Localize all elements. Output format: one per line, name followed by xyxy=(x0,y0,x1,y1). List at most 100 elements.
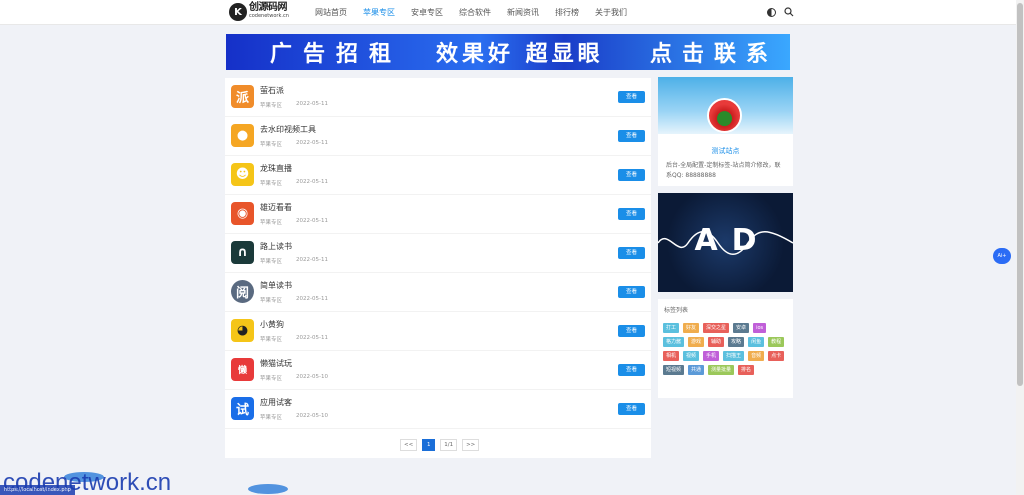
date-label: 2022-05-11 xyxy=(296,140,328,146)
list-item[interactable]: ☻ 龙珠直播 苹果专区 2022-05-11 查看 xyxy=(225,156,651,195)
app-meta: 苹果专区 2022-05-10 xyxy=(260,374,328,382)
app-meta: 苹果专区 2022-05-10 xyxy=(260,413,328,421)
profile-description: 后台-全局配置-定制标签-站点简介修改，联系QQ: 88888888 xyxy=(666,162,781,179)
view-button[interactable]: 查看 xyxy=(618,130,645,142)
avatar[interactable] xyxy=(707,98,742,133)
ad-banner[interactable]: 广告招租 效果好 超显眼 点击联系 xyxy=(226,34,790,70)
date-label: 2022-05-11 xyxy=(296,335,328,341)
app-icon[interactable]: ◕ xyxy=(231,319,254,342)
tag[interactable]: 共通 xyxy=(688,365,705,375)
list-item[interactable]: 懒 懒猫试玩 苹果专区 2022-05-10 查看 xyxy=(225,351,651,390)
nav-item-home[interactable]: 网站首页 xyxy=(307,0,355,25)
view-button[interactable]: 查看 xyxy=(618,364,645,376)
app-icon[interactable]: 派 xyxy=(231,85,254,108)
nav-item-android[interactable]: 安卓专区 xyxy=(403,0,451,25)
list-item[interactable]: ∩ 路上读书 苹果专区 2022-05-11 查看 xyxy=(225,234,651,273)
list-item[interactable]: 派 萤石派 苹果专区 2022-05-11 查看 xyxy=(225,78,651,117)
view-button[interactable]: 查看 xyxy=(618,208,645,220)
app-icon[interactable]: 试 xyxy=(231,397,254,420)
app-meta: 苹果专区 2022-05-11 xyxy=(260,179,328,187)
nav-item-news[interactable]: 新闻资讯 xyxy=(499,0,547,25)
app-icon[interactable]: ☻ xyxy=(231,163,254,186)
tag[interactable]: 短视频 xyxy=(663,365,685,375)
top-navigation-bar: K 创源码网 codenetwork.cn 网站首页 苹果专区 安卓专区 综合软… xyxy=(0,0,1016,25)
date-label: 2022-05-10 xyxy=(296,374,328,380)
app-icon[interactable]: 懒 xyxy=(231,358,254,381)
logo-mark-icon: K xyxy=(229,3,247,21)
ai-assistant-button[interactable]: Ai+ xyxy=(993,248,1011,264)
app-title[interactable]: 萤石派 xyxy=(260,85,284,96)
category-label: 苹果专区 xyxy=(260,259,283,265)
app-list-card: 派 萤石派 苹果专区 2022-05-11 查看 ● 去水印视频工具 苹果专区 20… xyxy=(225,78,651,458)
tag[interactable]: 点卡 xyxy=(768,351,785,361)
category-label: 苹果专区 xyxy=(260,337,283,343)
list-item[interactable]: 阅 简单读书 苹果专区 2022-05-11 查看 xyxy=(225,273,651,312)
site-logo[interactable]: K 创源码网 codenetwork.cn xyxy=(229,3,289,21)
tag[interactable]: 好友 xyxy=(683,323,700,333)
category-label: 苹果专区 xyxy=(260,103,283,109)
app-icon[interactable]: 阅 xyxy=(231,280,254,303)
tag[interactable]: 测量批量 xyxy=(708,365,735,375)
date-label: 2022-05-11 xyxy=(296,257,328,263)
app-meta: 苹果专区 2022-05-11 xyxy=(260,296,328,304)
app-title[interactable]: 小黄狗 xyxy=(260,319,284,330)
tag[interactable]: 攻略 xyxy=(728,337,745,347)
scroll-thumb[interactable] xyxy=(1017,3,1023,386)
app-title[interactable]: 雄迈看看 xyxy=(260,202,292,213)
tag[interactable]: ios xyxy=(753,323,767,333)
logo-text: 创源码网 codenetwork.cn xyxy=(249,2,289,20)
logo-name: 创源码网 xyxy=(249,2,287,13)
view-button[interactable]: 查看 xyxy=(618,286,645,298)
list-item[interactable]: ◕ 小黄狗 苹果专区 2022-05-11 查看 xyxy=(225,312,651,351)
app-title[interactable]: 应用试客 xyxy=(260,397,292,408)
app-icon[interactable]: ● xyxy=(231,124,254,147)
tag[interactable]: 深交之星 xyxy=(703,323,730,333)
view-button[interactable]: 查看 xyxy=(618,91,645,103)
tag[interactable]: 闲鱼 xyxy=(748,337,765,347)
list-item[interactable]: ◉ 雄迈看看 苹果专区 2022-05-11 查看 xyxy=(225,195,651,234)
tag[interactable]: 教程 xyxy=(768,337,785,347)
tag[interactable]: 排名 xyxy=(738,365,755,375)
category-label: 苹果专区 xyxy=(260,415,283,421)
tag[interactable]: 辅助 xyxy=(708,337,725,347)
ad-text: AD xyxy=(694,223,771,258)
view-button[interactable]: 查看 xyxy=(618,247,645,259)
app-icon[interactable]: ∩ xyxy=(231,241,254,264)
app-title[interactable]: 龙珠直播 xyxy=(260,163,292,174)
app-title[interactable]: 简单读书 xyxy=(260,280,292,291)
tag[interactable]: 手机 xyxy=(703,351,720,361)
list-item[interactable]: ● 去水印视频工具 苹果专区 2022-05-11 查看 xyxy=(225,117,651,156)
nav-item-ranking[interactable]: 排行榜 xyxy=(547,0,587,25)
tag[interactable]: 游戏 xyxy=(688,337,705,347)
page-1-button[interactable]: 1 xyxy=(422,439,436,451)
theme-toggle-icon[interactable] xyxy=(767,8,776,17)
view-button[interactable]: 查看 xyxy=(618,403,645,415)
prev-page-button[interactable]: << xyxy=(400,439,418,451)
nav-item-about[interactable]: 关于我们 xyxy=(587,0,635,25)
app-title[interactable]: 懒猫试玩 xyxy=(260,358,292,369)
app-icon[interactable]: ◉ xyxy=(231,202,254,225)
nav-item-software[interactable]: 综合软件 xyxy=(451,0,499,25)
tag[interactable]: 安卓 xyxy=(733,323,750,333)
view-button[interactable]: 查看 xyxy=(618,169,645,181)
tag[interactable]: 打工 xyxy=(663,323,680,333)
tag[interactable]: 音频 xyxy=(748,351,765,361)
tag[interactable]: 视频 xyxy=(683,351,700,361)
banner-text-left: 广告招租 xyxy=(270,42,403,67)
profile-name[interactable]: 测试站点 xyxy=(658,146,793,156)
sidebar-ad[interactable]: AD xyxy=(658,193,793,292)
category-label: 苹果专区 xyxy=(260,220,283,226)
app-meta: 苹果专区 2022-05-11 xyxy=(260,140,328,148)
app-title[interactable]: 路上读书 xyxy=(260,241,292,252)
next-page-button[interactable]: >> xyxy=(462,439,480,451)
search-icon[interactable] xyxy=(784,7,794,17)
list-item[interactable]: 试 应用试客 苹果专区 2022-05-10 查看 xyxy=(225,390,651,429)
view-button[interactable]: 查看 xyxy=(618,325,645,337)
tag[interactable]: 格力酱 xyxy=(663,337,685,347)
nav-item-apple[interactable]: 苹果专区 xyxy=(355,0,403,25)
app-title[interactable]: 去水印视频工具 xyxy=(260,124,316,135)
tag[interactable]: 相机 xyxy=(663,351,680,361)
scrollbar[interactable] xyxy=(1016,0,1024,495)
date-label: 2022-05-11 xyxy=(296,296,328,302)
tag[interactable]: 扫描王 xyxy=(723,351,745,361)
